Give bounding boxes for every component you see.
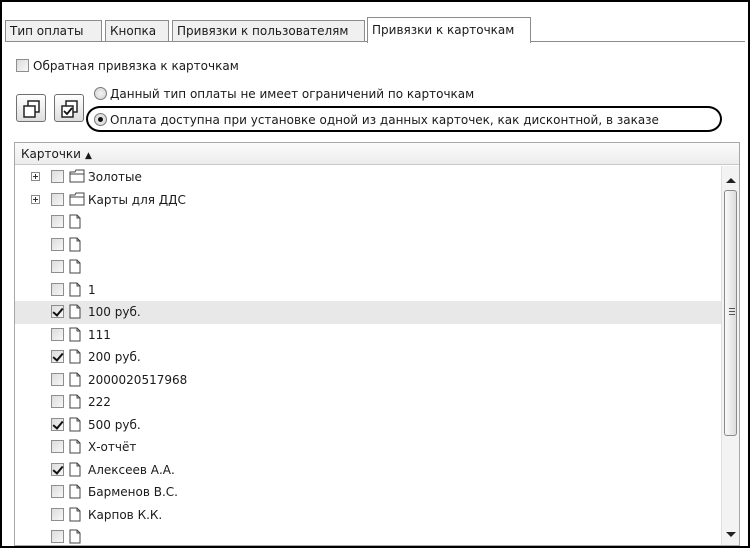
payment-settings-window: Тип оплаты Кнопка Привязки к пользовател… bbox=[0, 0, 750, 548]
card-label: Алексеев А.А. bbox=[88, 462, 175, 477]
tab-user-bindings[interactable]: Привязки к пользователям bbox=[172, 20, 365, 42]
grip-line bbox=[729, 311, 735, 312]
grip-line bbox=[729, 308, 735, 309]
folder-icon bbox=[69, 192, 85, 209]
card-checkbox[interactable] bbox=[51, 462, 64, 476]
card-label: 2000020517968 bbox=[88, 372, 188, 387]
card-row[interactable]: Карпов К.К. bbox=[15, 504, 721, 527]
card-checkbox[interactable] bbox=[51, 507, 64, 521]
card-checkbox[interactable] bbox=[51, 260, 64, 273]
cards-list: Золотые Карты для ДДС 1 100 руб. 111 200 руб.… bbox=[15, 166, 721, 545]
card-row[interactable]: 200 руб. bbox=[15, 346, 721, 369]
expand-plus-icon[interactable] bbox=[31, 194, 40, 204]
tab-label: Привязки к карточкам bbox=[372, 23, 515, 37]
document-icon bbox=[69, 507, 81, 525]
cards-grid: Карточки ▲ Золотые Карты для ДДС 1 100 руб. 1… bbox=[14, 142, 740, 546]
vertical-scrollbar[interactable] bbox=[721, 166, 739, 545]
card-row[interactable] bbox=[15, 256, 721, 279]
card-row[interactable]: Алексеев А.А. bbox=[15, 459, 721, 482]
document-icon bbox=[69, 439, 81, 457]
card-label: Золотые bbox=[88, 170, 142, 184]
card-checkbox[interactable] bbox=[51, 327, 64, 341]
tab-card-bindings[interactable]: Привязки к карточкам bbox=[367, 17, 531, 43]
document-icon bbox=[69, 417, 81, 435]
scroll-up-arrow-icon[interactable] bbox=[726, 178, 736, 183]
card-row[interactable]: Барменов В.С. bbox=[15, 481, 721, 504]
document-icon bbox=[69, 394, 81, 412]
card-row[interactable]: 100 руб. bbox=[15, 301, 721, 324]
card-checkbox[interactable] bbox=[51, 170, 64, 183]
card-label: Карты для ДДС bbox=[88, 192, 186, 207]
card-checkbox[interactable] bbox=[51, 440, 64, 453]
edit-select-icon bbox=[61, 100, 78, 118]
card-row[interactable]: 111 bbox=[15, 324, 721, 347]
folder-row[interactable]: Золотые bbox=[15, 166, 721, 189]
scroll-down-arrow-icon[interactable] bbox=[726, 532, 736, 537]
copy-icon bbox=[23, 100, 40, 118]
card-label: Карпов К.К. bbox=[88, 507, 163, 522]
reverse-binding-option[interactable]: Обратная привязка к карточкам bbox=[16, 58, 239, 73]
card-label: 111 bbox=[88, 327, 111, 342]
card-label: 222 bbox=[88, 395, 111, 409]
card-checkbox[interactable] bbox=[51, 237, 64, 251]
document-icon bbox=[69, 327, 81, 345]
card-checkbox[interactable] bbox=[51, 372, 64, 386]
reverse-binding-checkbox[interactable] bbox=[16, 59, 29, 72]
card-checkbox[interactable] bbox=[51, 417, 64, 431]
card-row[interactable]: 2000020517968 bbox=[15, 369, 721, 392]
column-header-cards[interactable]: Карточки ▲ bbox=[15, 143, 739, 165]
tab-bar: Тип оплаты Кнопка Привязки к пользовател… bbox=[5, 6, 745, 43]
document-icon bbox=[69, 349, 81, 367]
card-label: 100 руб. bbox=[88, 305, 141, 319]
copy-button[interactable] bbox=[16, 94, 46, 122]
radio-no-restrictions[interactable]: Данный тип оплаты не имеет ограничений п… bbox=[94, 86, 474, 101]
document-icon bbox=[69, 484, 81, 502]
document-icon bbox=[69, 304, 81, 322]
card-row[interactable]: 222 bbox=[15, 391, 721, 414]
radio-label: Данный тип оплаты не имеет ограничений п… bbox=[110, 86, 475, 101]
card-label: Х-отчёт bbox=[88, 440, 137, 454]
card-row[interactable]: 500 руб. bbox=[15, 414, 721, 437]
card-checkbox[interactable] bbox=[51, 395, 64, 408]
card-label: 200 руб. bbox=[88, 350, 141, 364]
document-icon bbox=[69, 282, 81, 300]
tab-button[interactable]: Кнопка bbox=[105, 20, 169, 42]
folder-icon bbox=[69, 169, 85, 186]
highlight-ellipse bbox=[86, 106, 722, 132]
scrollbar-thumb[interactable] bbox=[724, 190, 737, 436]
card-checkbox[interactable] bbox=[51, 192, 64, 206]
card-checkbox[interactable] bbox=[51, 215, 64, 228]
card-label: 500 руб. bbox=[88, 417, 141, 432]
tab-payment-type[interactable]: Тип оплаты bbox=[5, 20, 102, 42]
card-row[interactable] bbox=[15, 211, 721, 234]
column-header-label: Карточки bbox=[21, 147, 81, 161]
document-icon bbox=[69, 237, 81, 255]
card-checkbox[interactable] bbox=[51, 350, 64, 363]
sort-ascending-icon: ▲ bbox=[84, 151, 92, 161]
reverse-binding-label: Обратная привязка к карточкам bbox=[33, 58, 239, 73]
document-icon bbox=[69, 214, 81, 232]
card-checkbox[interactable] bbox=[51, 282, 64, 296]
edit-select-button[interactable] bbox=[54, 94, 84, 122]
document-icon bbox=[69, 259, 81, 277]
card-checkbox[interactable] bbox=[51, 485, 64, 498]
tab-label: Кнопка bbox=[110, 24, 157, 38]
card-checkbox[interactable] bbox=[51, 530, 64, 543]
card-row[interactable]: Х-отчёт bbox=[15, 436, 721, 459]
document-icon bbox=[69, 372, 81, 390]
card-label: 1 bbox=[88, 282, 96, 297]
card-row[interactable] bbox=[15, 526, 721, 545]
card-row[interactable] bbox=[15, 234, 721, 257]
tab-label: Тип оплаты bbox=[10, 24, 84, 38]
card-row[interactable]: 1 bbox=[15, 279, 721, 302]
card-label: Барменов В.С. bbox=[88, 485, 178, 499]
expand-plus-icon[interactable] bbox=[31, 172, 40, 181]
card-checkbox[interactable] bbox=[51, 305, 64, 318]
grip-line bbox=[729, 314, 735, 315]
document-icon bbox=[69, 529, 81, 545]
folder-row[interactable]: Карты для ДДС bbox=[15, 189, 721, 212]
document-icon bbox=[69, 462, 81, 480]
tab-label: Привязки к пользователям bbox=[177, 24, 349, 38]
radio-button[interactable] bbox=[94, 87, 107, 100]
